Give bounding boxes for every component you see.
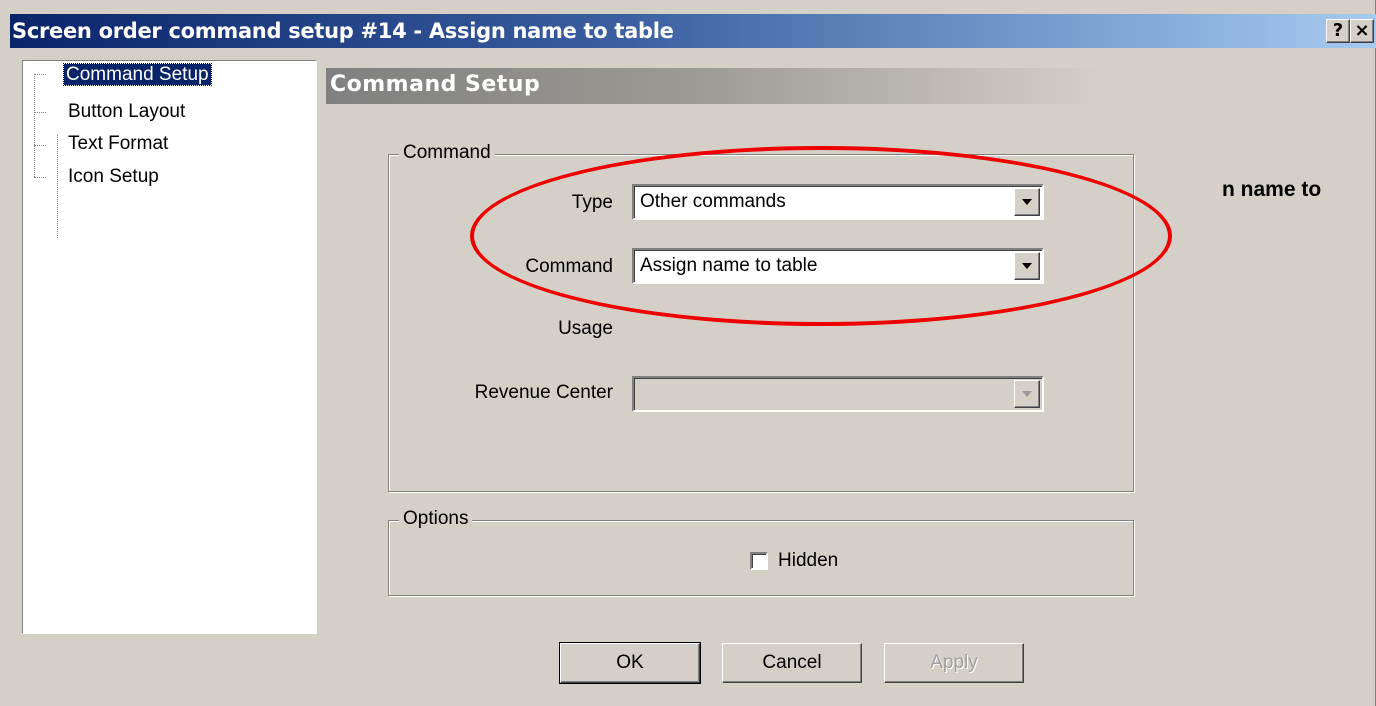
dialog-window: Screen order command setup #14 - Assign … <box>0 0 1376 706</box>
chevron-down-icon[interactable] <box>1014 252 1040 280</box>
section-title: Command Setup <box>330 72 541 97</box>
tree-connector <box>57 135 58 238</box>
revenue-center-label: Revenue Center <box>474 382 613 403</box>
chevron-down-icon[interactable] <box>1014 188 1040 216</box>
close-button[interactable]: × <box>1350 19 1374 43</box>
chevron-down-icon <box>1014 380 1040 408</box>
tree-connector <box>34 74 46 75</box>
hidden-checkbox[interactable] <box>750 552 768 570</box>
cancel-button[interactable]: Cancel <box>722 643 862 683</box>
window-title: Screen order command setup #14 - Assign … <box>12 19 674 43</box>
command-dropdown[interactable]: Assign name to table <box>632 248 1044 284</box>
options-group-legend: Options <box>399 507 473 531</box>
tree-connector <box>34 177 46 178</box>
tree-item-label: Text Format <box>68 133 169 154</box>
tree-item-label: Button Layout <box>68 101 186 122</box>
apply-button: Apply <box>884 643 1024 683</box>
tree-item-text-format[interactable]: Text Format <box>68 131 168 157</box>
command-group-legend: Command <box>399 141 495 165</box>
tree-connector <box>34 112 46 113</box>
command-label: Command <box>525 256 613 277</box>
tree-item-label: Icon Setup <box>68 166 159 187</box>
tree-item-command-setup[interactable]: Command Setup <box>63 62 212 88</box>
type-dropdown[interactable]: Other commands <box>632 184 1044 220</box>
tree-connector <box>34 74 35 177</box>
settings-tree <box>22 60 317 634</box>
tree-item-label: Command Setup <box>63 63 212 86</box>
help-button[interactable]: ? <box>1326 19 1350 43</box>
command-value: Assign name to table <box>640 255 818 276</box>
tree-item-button-layout[interactable]: Button Layout <box>68 99 185 125</box>
background-text: n name to <box>1222 178 1322 201</box>
usage-label: Usage <box>558 318 613 339</box>
section-header: Command Setup <box>326 68 1366 104</box>
type-value: Other commands <box>640 191 786 212</box>
tree-item-icon-setup[interactable]: Icon Setup <box>68 164 159 190</box>
revenue-center-dropdown <box>632 376 1044 412</box>
ok-button[interactable]: OK <box>559 642 701 684</box>
tree-connector <box>34 145 46 146</box>
title-bar[interactable]: Screen order command setup #14 - Assign … <box>10 14 1376 48</box>
hidden-checkbox-label[interactable]: Hidden <box>778 550 838 572</box>
type-label: Type <box>571 192 613 213</box>
